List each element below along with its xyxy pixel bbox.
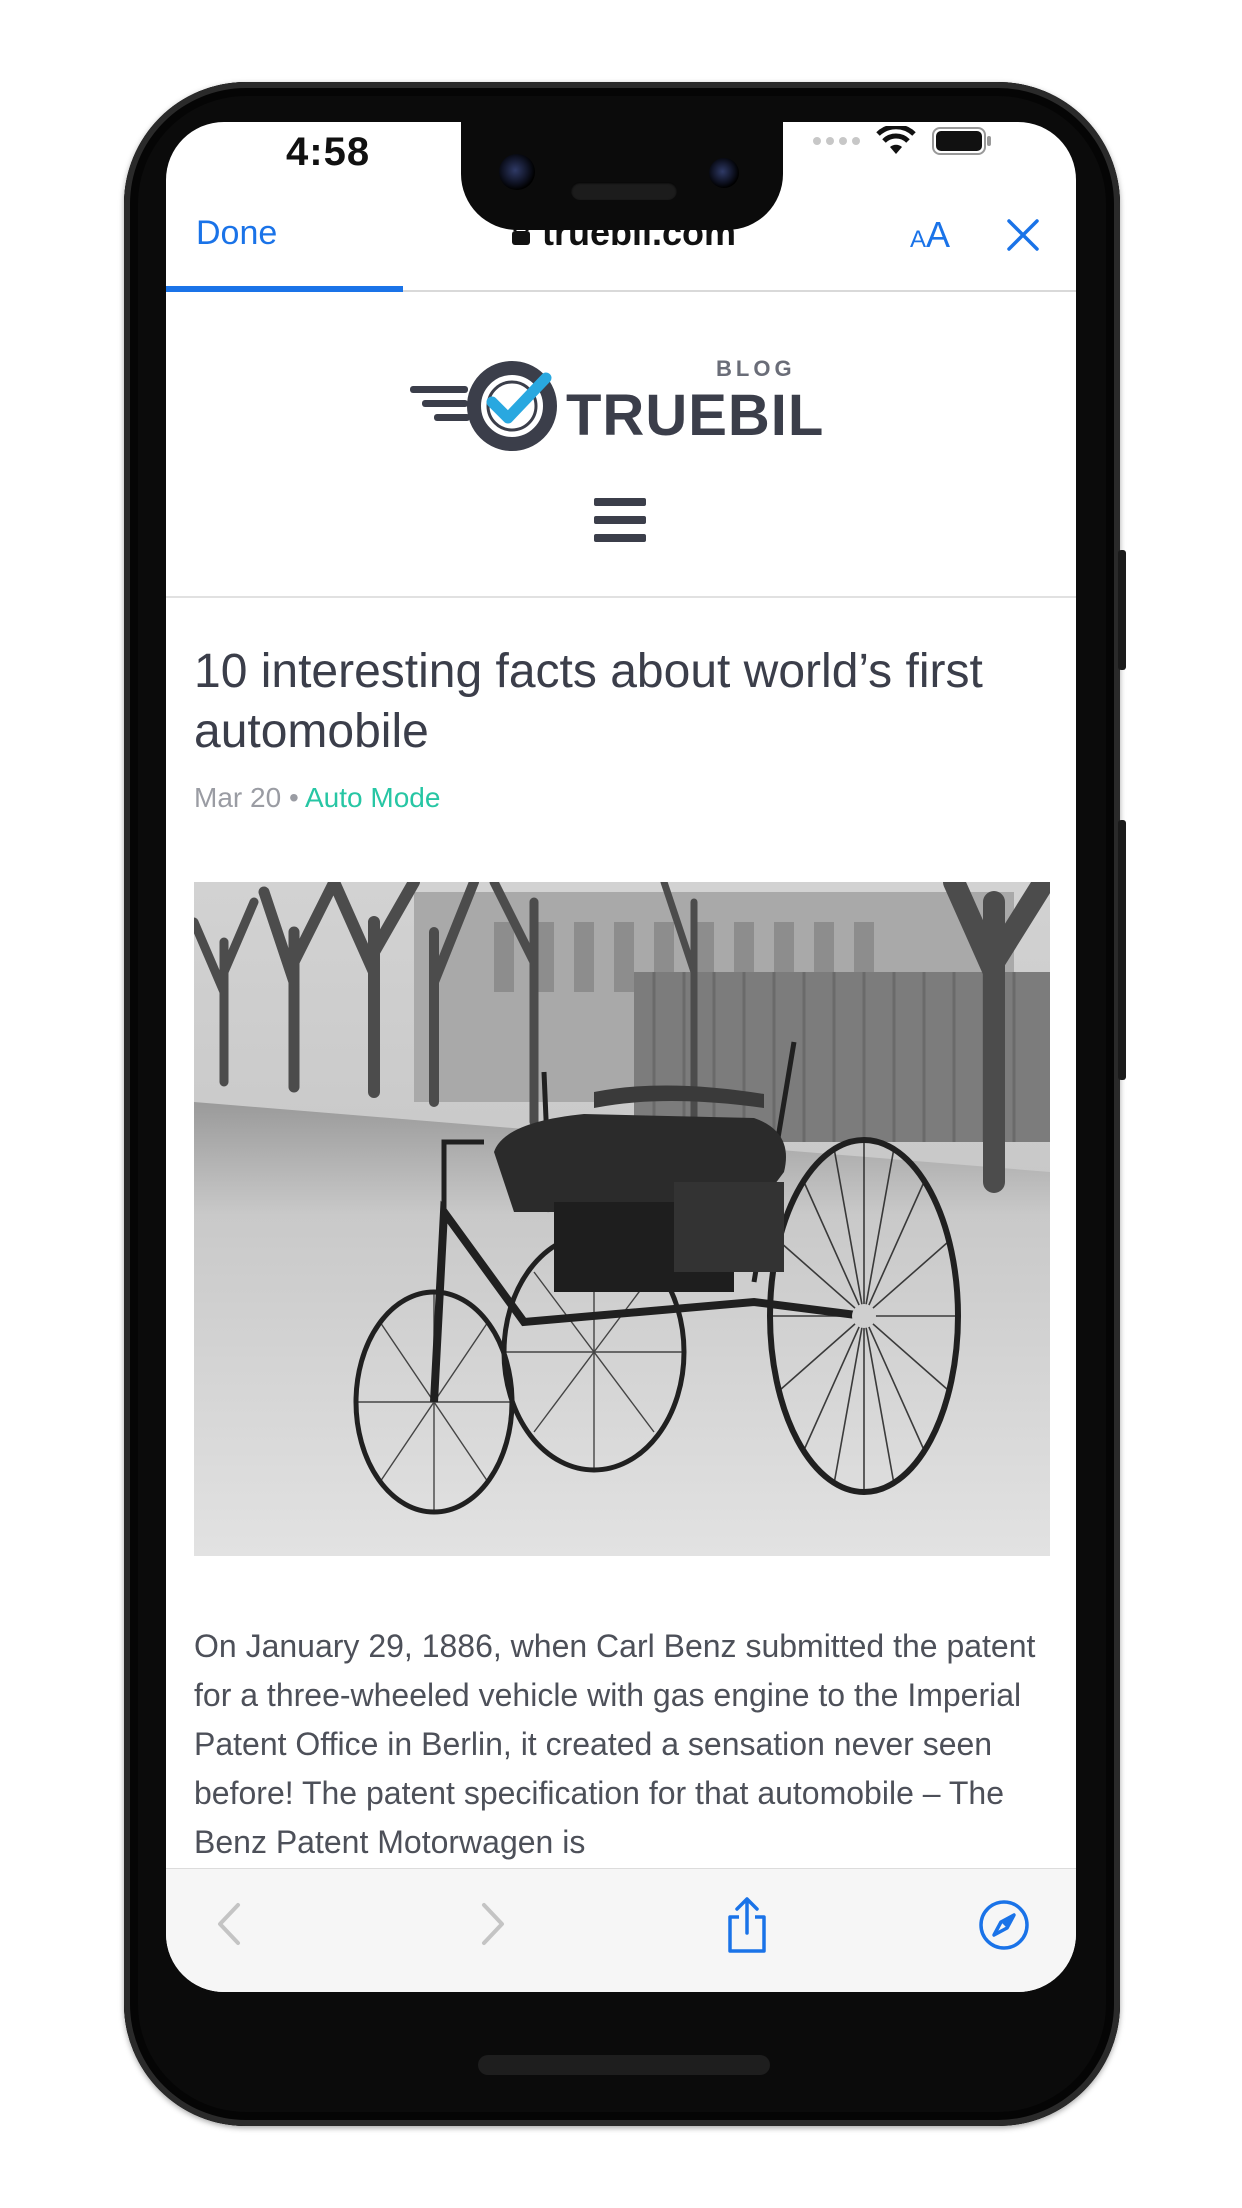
sensor-icon bbox=[709, 158, 739, 188]
text-size-small-label: A bbox=[910, 226, 927, 253]
motorwagen-photo-illustration bbox=[194, 882, 1050, 1556]
wifi-icon bbox=[876, 126, 916, 154]
article-category-link[interactable]: Auto Mode bbox=[305, 782, 440, 813]
front-camera-icon bbox=[499, 154, 535, 190]
done-button[interactable]: Done bbox=[196, 214, 277, 253]
article-image bbox=[194, 882, 1050, 1556]
volume-button bbox=[1118, 820, 1126, 1080]
hamburger-menu-icon[interactable] bbox=[594, 498, 646, 542]
screen: 4:58 Done truebil.com AA BLOG TRUEBIL 10… bbox=[166, 122, 1076, 1992]
meta-separator: • bbox=[288, 782, 299, 813]
earpiece-speaker bbox=[571, 182, 677, 200]
power-button bbox=[1118, 550, 1126, 670]
share-icon[interactable] bbox=[724, 1895, 770, 1955]
camera-notch bbox=[461, 118, 783, 230]
status-time: 4:58 bbox=[286, 130, 371, 174]
bottom-toolbar bbox=[166, 1868, 1076, 1992]
status-indicators bbox=[813, 126, 994, 156]
logo-wordmark: TRUEBIL bbox=[566, 383, 825, 448]
article-date: Mar 20 bbox=[194, 782, 282, 813]
article-body: On January 29, 1886, when Carl Benz subm… bbox=[194, 1628, 1036, 1860]
battery-icon bbox=[932, 127, 991, 155]
logo-tag: BLOG bbox=[716, 356, 796, 381]
text-size-big-label: A bbox=[926, 214, 951, 255]
page-load-progress-bar bbox=[166, 286, 403, 292]
site-logo[interactable]: BLOG TRUEBIL bbox=[408, 342, 828, 452]
close-icon[interactable] bbox=[1006, 218, 1040, 252]
article-title: 10 interesting facts about world’s first… bbox=[194, 645, 983, 758]
header-divider bbox=[166, 596, 1076, 598]
forward-icon[interactable] bbox=[478, 1899, 508, 1949]
safari-compass-icon[interactable] bbox=[978, 1899, 1030, 1951]
logo-wheel-icon bbox=[410, 361, 557, 451]
article-meta: Mar 20 • Auto Mode bbox=[194, 782, 440, 814]
text-size-button[interactable]: AA bbox=[910, 214, 950, 256]
home-indicator bbox=[478, 2055, 770, 2075]
back-icon[interactable] bbox=[214, 1899, 244, 1949]
signal-dots-icon bbox=[813, 137, 860, 145]
